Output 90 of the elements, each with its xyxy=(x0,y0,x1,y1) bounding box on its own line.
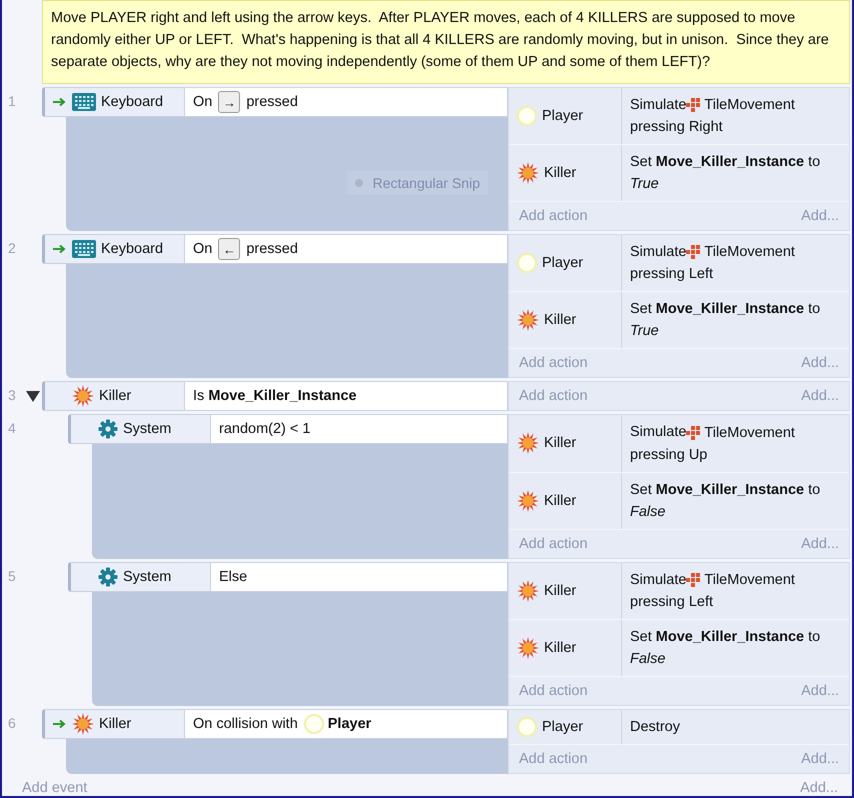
action-text[interactable]: Set Move_Killer_Instance to False xyxy=(621,472,849,529)
condition-row[interactable]: Killer Is Move_Killer_Instance xyxy=(42,381,508,412)
object-name: Killer xyxy=(544,165,576,182)
keyboard-icon xyxy=(72,240,96,258)
text: Set Move_Killer_Instance to True xyxy=(630,301,820,340)
starburst-icon xyxy=(517,162,539,184)
starburst-icon xyxy=(517,432,539,454)
arrow-icon xyxy=(53,244,67,254)
text: On collision with xyxy=(193,716,298,732)
text: Simulate xyxy=(630,424,686,440)
circle-icon xyxy=(304,714,324,734)
text: Set Move_Killer_Instance to True xyxy=(630,154,820,192)
text: pressing Right xyxy=(630,119,723,136)
action-text[interactable]: Set Move_Killer_Instance to False xyxy=(621,620,849,676)
object-name: Killer xyxy=(544,492,576,509)
text: On xyxy=(193,241,212,258)
text: random(2) < 1 xyxy=(219,421,310,438)
dots-icon xyxy=(686,426,700,440)
key-label: ← xyxy=(218,238,240,260)
object-name: Player xyxy=(542,718,584,735)
text: pressed xyxy=(246,241,298,258)
arrow-icon xyxy=(53,718,67,729)
text: Is Move_Killer_Instance xyxy=(193,388,357,404)
event-number: 5 xyxy=(8,568,16,584)
dots-icon xyxy=(686,98,700,112)
action-text[interactable]: Simulate TileMovement pressing Left xyxy=(621,562,849,619)
behavior-name: TileMovement xyxy=(704,96,795,116)
text: Else xyxy=(219,568,248,585)
object-name: System xyxy=(123,568,172,585)
text: On xyxy=(193,94,212,110)
text: Simulate xyxy=(630,97,686,113)
object-name: Killer xyxy=(99,388,132,404)
action-text[interactable]: Set Move_Killer_Instance to True xyxy=(621,292,849,348)
object-name: System xyxy=(123,421,172,438)
object-name: Killer xyxy=(544,435,576,452)
behavior-name: TileMovement xyxy=(704,424,795,443)
text: pressing Left xyxy=(630,266,714,282)
starburst-icon xyxy=(517,636,539,659)
comment-text: Move PLAYER right and left using the arrow keys. After PLAYER moves, each of 4 KILLERS are supposed to move randomly either UP or LEFT. What's happening is that all 4 KILLERS are randomly moving, but in unison. Since they are separate objects, why are they not moving independently (some of them UP and some of them LEFT)? xyxy=(42,0,850,84)
arrow-icon xyxy=(53,97,67,107)
condition-row[interactable]: Killer On collision with Player xyxy=(42,708,508,739)
circle-icon xyxy=(517,253,537,274)
action-text[interactable]: Simulate TileMovement pressing Up xyxy=(621,415,849,472)
object-name: Player xyxy=(542,108,584,124)
gear-icon xyxy=(98,419,118,440)
gear-icon xyxy=(98,566,118,587)
text: pressing Up xyxy=(630,446,708,463)
starburst-icon xyxy=(72,712,94,735)
behavior-name: TileMovement xyxy=(704,570,795,590)
event-number: 3 xyxy=(8,387,16,404)
condition-row[interactable]: Keyboard On → pressed xyxy=(42,87,508,117)
text: Set Move_Killer_Instance to False xyxy=(630,482,820,520)
object-name: Killer xyxy=(544,582,576,599)
text: pressing Left xyxy=(630,594,714,610)
starburst-icon xyxy=(517,490,539,512)
keyboard-icon xyxy=(72,93,96,111)
text: Set Move_Killer_Instance to False xyxy=(630,628,820,667)
object-name: Killer xyxy=(544,640,576,656)
event-number: 1 xyxy=(8,93,16,109)
object-name: Player xyxy=(542,255,584,272)
behavior-name: TileMovement xyxy=(704,243,795,262)
object-name: Killer xyxy=(99,716,132,732)
text: Simulate xyxy=(630,244,686,260)
starburst-icon xyxy=(517,309,539,332)
text: Destroy xyxy=(630,718,680,735)
condition-row[interactable]: Keyboard On ← pressed xyxy=(42,234,508,264)
object-name: Player xyxy=(328,716,372,732)
dots-icon xyxy=(686,245,700,260)
starburst-icon xyxy=(72,385,94,408)
object-name: Killer xyxy=(544,312,576,328)
action-text[interactable]: Destroy xyxy=(621,710,849,744)
event-number: 4 xyxy=(8,420,16,436)
action-text[interactable]: Simulate TileMovement pressing Right xyxy=(621,88,849,144)
action-text[interactable]: Simulate TileMovement pressing Left xyxy=(621,235,849,292)
condition-row[interactable]: System random(2) < 1 xyxy=(68,414,508,444)
object-name: Keyboard xyxy=(101,94,164,110)
circle-icon xyxy=(517,106,537,126)
dot-icon xyxy=(354,179,363,188)
event-number: 6 xyxy=(8,714,16,731)
text: pressed xyxy=(246,94,298,110)
condition-row[interactable]: System Else xyxy=(68,562,508,592)
key-label: → xyxy=(218,91,240,113)
object-name: Keyboard xyxy=(101,241,164,258)
starburst-icon xyxy=(517,580,539,602)
circle-icon xyxy=(517,716,537,737)
dots-icon xyxy=(686,572,700,587)
action-text[interactable]: Set Move_Killer_Instance to True xyxy=(621,145,849,202)
event-number: 2 xyxy=(8,240,16,256)
text: Simulate xyxy=(630,572,686,588)
tooltip-text: Rectangular Snip xyxy=(372,175,480,192)
